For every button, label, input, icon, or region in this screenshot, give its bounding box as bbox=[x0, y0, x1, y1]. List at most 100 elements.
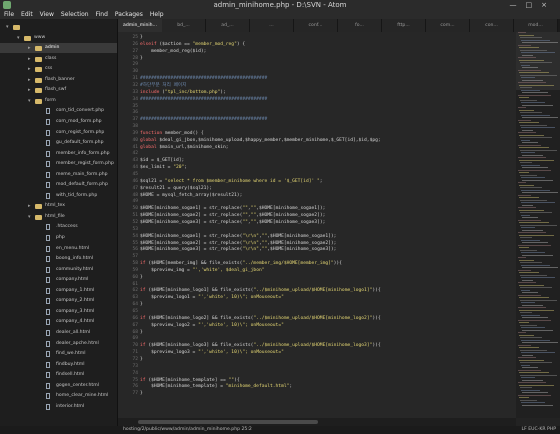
tree-file[interactable]: en_menu.html bbox=[0, 244, 117, 254]
tree-file[interactable]: dealer_apche.html bbox=[0, 339, 117, 349]
minimap-line bbox=[522, 304, 543, 306]
editor-tab[interactable]: bd_... bbox=[162, 19, 206, 32]
tree-file[interactable]: with_tid_form.php bbox=[0, 191, 117, 201]
chevron-down-icon[interactable]: ▾ bbox=[6, 22, 9, 32]
tree-file[interactable]: company_3.html bbox=[0, 307, 117, 317]
menu-view[interactable]: View bbox=[40, 11, 54, 18]
minimap-line bbox=[522, 367, 538, 368]
code-editor[interactable]: 25} 26 elseif ($action == "member_mod_reg"… bbox=[118, 32, 516, 418]
code-line[interactable]: $preview_logo3 = "','white', 10)\"; onMo… bbox=[140, 349, 284, 356]
chevron-right-icon[interactable]: ▸ bbox=[28, 75, 31, 85]
menu-selection[interactable]: Selection bbox=[61, 11, 89, 18]
tree-file[interactable]: home_clear_mine.html bbox=[0, 391, 117, 401]
file-icon bbox=[46, 235, 50, 241]
chevron-down-icon[interactable]: ▾ bbox=[28, 96, 31, 106]
file-icon bbox=[46, 298, 50, 305]
editor-tab[interactable]: admin_minih... bbox=[118, 19, 163, 32]
editor-tab[interactable]: mod... bbox=[514, 19, 558, 32]
code-line[interactable]: $HOME[minihome_sogae3] = str_replace("",… bbox=[140, 219, 325, 226]
chevron-down-icon[interactable]: ▾ bbox=[28, 212, 31, 222]
tree-file[interactable]: mod_default_form.php bbox=[0, 180, 117, 190]
tree-folder[interactable]: ▸ flash_swf bbox=[0, 85, 117, 95]
menu-help[interactable]: Help bbox=[150, 11, 164, 18]
tree-file[interactable]: company.html bbox=[0, 275, 117, 285]
window-controls[interactable]: —□× bbox=[510, 0, 556, 10]
chevron-down-icon[interactable]: ▾ bbox=[17, 33, 20, 43]
editor-tab[interactable]: fttp... bbox=[382, 19, 426, 32]
horizontal-scrollbar[interactable] bbox=[118, 418, 516, 426]
tree-folder[interactable]: ▾ bbox=[0, 22, 117, 32]
menu-packages[interactable]: Packages bbox=[115, 11, 143, 18]
menu-file[interactable]: File bbox=[4, 11, 14, 18]
tree-file[interactable]: gu_default_form.php bbox=[0, 138, 117, 148]
tree-file[interactable]: boong_info.html bbox=[0, 254, 117, 264]
code-line[interactable]: } bbox=[140, 329, 143, 336]
tree-file[interactable]: community.html bbox=[0, 265, 117, 275]
minimap-line bbox=[521, 389, 540, 391]
editor-tab[interactable]: conf... bbox=[294, 19, 338, 32]
chevron-right-icon[interactable]: ▸ bbox=[28, 43, 31, 53]
tree-file[interactable]: com_regist_form.php bbox=[0, 128, 117, 138]
minimap-line bbox=[521, 227, 535, 228]
tree-file[interactable]: findbuy.html bbox=[0, 360, 117, 370]
chevron-right-icon[interactable]: ▸ bbox=[28, 64, 31, 74]
menu-edit[interactable]: Edit bbox=[21, 11, 33, 18]
tree-file[interactable]: company_4.html bbox=[0, 317, 117, 327]
editor-tab[interactable]: fo... bbox=[338, 19, 382, 32]
tree-file[interactable]: member_regist_form.php bbox=[0, 159, 117, 169]
minimap-line bbox=[519, 322, 529, 323]
tree-file[interactable]: member_info_form.php bbox=[0, 149, 117, 159]
editor-tab[interactable]: ad_... bbox=[206, 19, 250, 32]
tree-file[interactable]: dealer_all.html bbox=[0, 328, 117, 338]
tree-file[interactable]: php bbox=[0, 233, 117, 243]
tree-file[interactable]: find_we.html bbox=[0, 349, 117, 359]
tree-file[interactable]: findsell.html bbox=[0, 370, 117, 380]
editor-tab[interactable]: com... bbox=[426, 19, 470, 32]
tree-folder[interactable]: ▸ admin bbox=[0, 43, 117, 54]
code-line[interactable]: $preview_logo2 = "','white', 10)\"; onMo… bbox=[140, 322, 284, 329]
minimap-line bbox=[518, 382, 546, 383]
code-line[interactable]: $preview_logo1 = "','white', 10)\"; onMo… bbox=[140, 294, 284, 301]
tree-file[interactable]: meme_main_form.php bbox=[0, 170, 117, 180]
code-line[interactable]: } bbox=[140, 390, 143, 397]
tree-folder[interactable]: ▸ class bbox=[0, 54, 117, 64]
code-line[interactable]: ########################################… bbox=[140, 96, 267, 103]
chevron-right-icon[interactable]: ▸ bbox=[28, 85, 31, 95]
minimap-line bbox=[519, 197, 539, 198]
scrollbar-thumb[interactable] bbox=[138, 420, 318, 424]
tree-folder[interactable]: ▾ www bbox=[0, 33, 117, 43]
code-line[interactable]: member_mod_reg($id); bbox=[140, 48, 206, 55]
code-line[interactable]: } bbox=[140, 301, 143, 308]
code-line[interactable]: } bbox=[140, 356, 143, 363]
editor-tab[interactable]: con... bbox=[470, 19, 514, 32]
tree-folder[interactable]: ▸ html_tex bbox=[0, 201, 117, 211]
tree-file[interactable]: company_1.html bbox=[0, 286, 117, 296]
code-line[interactable]: ########################################… bbox=[140, 116, 267, 123]
chevron-right-icon[interactable]: ▸ bbox=[28, 201, 31, 211]
tree-file[interactable]: gogen_center.html bbox=[0, 381, 117, 391]
code-line[interactable]: } bbox=[140, 55, 143, 62]
code-line[interactable]: } bbox=[140, 274, 143, 281]
code-line[interactable]: $HOME = mysql_fetch_array($result21); bbox=[140, 192, 242, 199]
menu-find[interactable]: Find bbox=[96, 11, 108, 18]
minimap[interactable] bbox=[516, 32, 560, 418]
tree-file[interactable]: company_2.html bbox=[0, 296, 117, 306]
code-line[interactable]: $ex_limit = "20"; bbox=[140, 164, 187, 171]
editor-tab[interactable]: ... bbox=[250, 19, 294, 32]
code-line[interactable]: $HOME[minihome_sogae3] = str_replace("\r… bbox=[140, 246, 336, 253]
status-file-path[interactable]: hosting/2/public/www/admin/admin_minihom… bbox=[123, 426, 252, 434]
status-encoding[interactable]: LF EUC-KR PHP bbox=[522, 426, 556, 434]
tree-file[interactable]: com_mod_form.php bbox=[0, 117, 117, 127]
tree-file[interactable]: interior.html bbox=[0, 402, 117, 412]
tree-folder[interactable]: ▾ html_file bbox=[0, 212, 117, 222]
minimap-line bbox=[518, 207, 536, 208]
chevron-right-icon[interactable]: ▸ bbox=[28, 54, 31, 64]
tree-file[interactable]: .htaccess bbox=[0, 222, 117, 232]
tree-folder[interactable]: ▸ flash_banner bbox=[0, 75, 117, 85]
code-line[interactable]: $HOME[minihome_template] = "minihome_def… bbox=[140, 383, 292, 390]
tree-file[interactable]: com_tid_convert.php bbox=[0, 106, 117, 116]
code-line[interactable]: $preview_img = "','white', $deal_gi_jbon… bbox=[140, 267, 264, 274]
tree-folder[interactable]: ▸ css bbox=[0, 64, 117, 74]
tree-folder[interactable]: ▾ form bbox=[0, 96, 117, 106]
code-line[interactable]: global $main_url,$minihome_skin; bbox=[140, 144, 229, 151]
